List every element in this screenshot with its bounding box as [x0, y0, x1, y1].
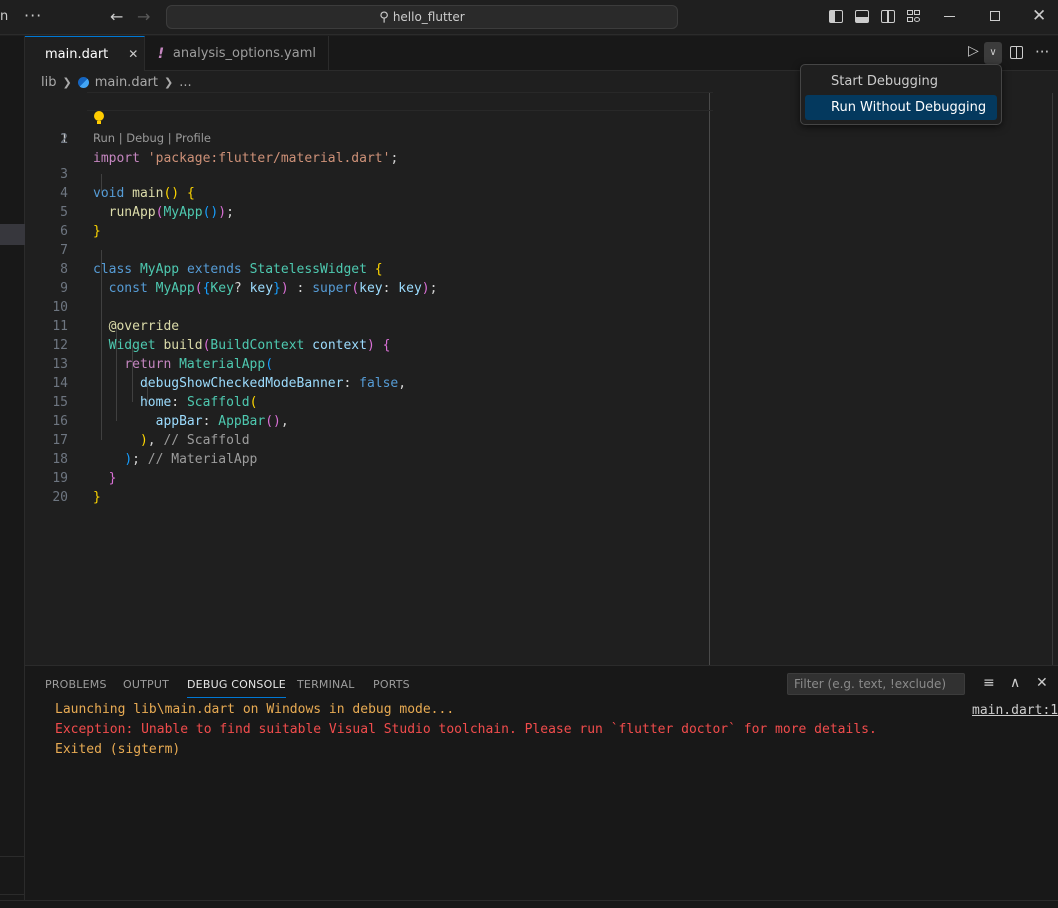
line-number: 20 [52, 490, 68, 505]
code-editor[interactable]: 1 import 'package:flutter/material.dart'… [25, 92, 1058, 665]
chevron-right-icon: ❯ [163, 75, 174, 89]
editor-more-actions-icon[interactable]: ··· [1035, 43, 1049, 61]
bottom-panel: PROBLEMS OUTPUT DEBUG CONSOLE TERMINAL P… [25, 665, 1058, 908]
toggle-secondary-sidebar-icon[interactable] [881, 10, 895, 23]
title-bar: n ··· ← → ⚲ hello_flutter ✕ [0, 0, 1058, 35]
tab-main-dart[interactable]: main.dart ✕ [25, 36, 145, 71]
minimize-window-icon[interactable] [944, 16, 955, 17]
dart-file-icon [75, 74, 91, 90]
breadcrumb-folder[interactable]: lib [41, 75, 56, 90]
tab-label: analysis_options.yaml [172, 46, 316, 61]
current-line-highlight [87, 92, 713, 111]
forward-arrow-icon[interactable]: → [137, 7, 150, 26]
sidebar-selected-item[interactable] [0, 224, 25, 245]
tab-terminal[interactable]: TERMINAL [297, 678, 355, 691]
code-line: 10 @override [25, 279, 1058, 334]
codelens-run-debug-profile[interactable]: Run | Debug | Profile [93, 131, 211, 145]
status-bar-edge [0, 900, 1058, 908]
maximize-window-icon[interactable] [990, 11, 1000, 21]
clear-console-icon[interactable]: ≡ [983, 675, 995, 691]
code-line: 3 void main() { [25, 146, 1058, 201]
search-icon: ⚲ [379, 9, 389, 25]
code-line: 12 return MaterialApp( [25, 317, 1058, 372]
sidebar-divider [0, 894, 25, 895]
title-bar-edge-text: n [0, 9, 9, 24]
explorer-sidebar-strip [0, 36, 25, 908]
breadcrumb-file[interactable]: main.dart [95, 75, 158, 90]
code-line: 8 const MyApp({Key? key}) : super(key: k… [25, 241, 1058, 296]
tab-analysis-options-yaml[interactable]: ! analysis_options.yaml [145, 36, 329, 71]
toggle-panel-icon[interactable] [855, 10, 869, 23]
back-arrow-icon[interactable]: ← [110, 7, 123, 26]
sidebar-divider [0, 856, 25, 857]
menu-item-start-debugging[interactable]: Start Debugging [805, 69, 997, 94]
code-line: 9 [25, 260, 1058, 296]
source-location-link[interactable]: main.dart:1 [972, 703, 1058, 718]
code-line: 18 } [25, 431, 1058, 486]
code-line: 19 } [25, 450, 1058, 505]
maximize-panel-chevron-up-icon[interactable]: ∧ [1010, 675, 1020, 691]
code-line: 6 [25, 203, 1058, 239]
code-line: 7 class MyApp extends StatelessWidget { [25, 222, 1058, 277]
close-icon[interactable]: ✕ [128, 47, 138, 61]
tab-debug-console[interactable]: DEBUG CONSOLE [187, 678, 286, 698]
code-line: 20 [25, 469, 1058, 505]
code-line: 5 } [25, 184, 1058, 239]
command-center-label: hello_flutter [392, 10, 465, 24]
tab-output[interactable]: OUTPUT [123, 678, 169, 691]
menu-item-run-without-debugging[interactable]: Run Without Debugging [805, 95, 997, 120]
code-line: 17 ); // MaterialApp [25, 412, 1058, 467]
split-editor-icon[interactable] [1010, 46, 1023, 59]
code-line: 16 ), // Scaffold [25, 393, 1058, 448]
tab-label: main.dart [45, 46, 109, 62]
code-line: 15 appBar: AppBar(), [25, 374, 1058, 429]
console-line: Exited (sigterm) [55, 742, 181, 757]
dart-file-icon [33, 50, 41, 58]
customize-layout-icon[interactable] [907, 10, 921, 23]
tab-ports[interactable]: PORTS [373, 678, 410, 691]
more-icon[interactable]: ··· [24, 6, 42, 25]
run-dropdown-menu: Start Debugging Run Without Debugging [800, 64, 1002, 125]
close-window-icon[interactable]: ✕ [1032, 6, 1046, 26]
chevron-right-icon: ❯ [62, 75, 72, 89]
console-line: Launching lib\main.dart on Windows in de… [55, 702, 455, 717]
close-panel-icon[interactable]: ✕ [1036, 675, 1048, 691]
lightbulb-icon[interactable] [94, 111, 104, 125]
toggle-primary-sidebar-icon[interactable] [829, 10, 843, 23]
code-line: 11 Widget build(BuildContext context) { [25, 298, 1058, 353]
breadcrumb-more[interactable]: ... [179, 75, 191, 90]
yaml-file-icon: ! [157, 45, 165, 62]
console-filter-input[interactable]: Filter (e.g. text, !exclude) [787, 673, 965, 695]
run-dropdown-chevron-icon[interactable]: ∨ [984, 42, 1002, 64]
command-center-search[interactable]: ⚲ hello_flutter [166, 5, 678, 29]
tab-problems[interactable]: PROBLEMS [45, 678, 107, 691]
code-line: 13 debugShowCheckedModeBanner: false, [25, 336, 1058, 391]
code-line: 4 runApp(MyApp()); [25, 165, 1058, 220]
console-line: Exception: Unable to find suitable Visua… [55, 722, 877, 737]
code-line: 14 home: Scaffold( [25, 355, 1058, 410]
